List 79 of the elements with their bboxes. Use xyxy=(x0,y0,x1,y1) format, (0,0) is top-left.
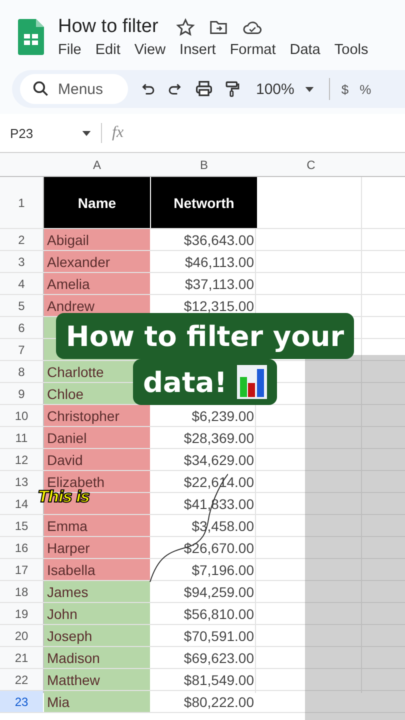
table-cell: Abigail xyxy=(44,229,150,250)
bar-chart-icon xyxy=(237,365,267,399)
table-cell-text: $70,591.00 xyxy=(182,626,255,646)
header-cell: Networth xyxy=(151,177,257,228)
column-header[interactable]: C xyxy=(258,153,364,176)
table-cell: Isabella xyxy=(44,559,150,580)
cell-reference[interactable]: P23 xyxy=(10,126,72,140)
sheets-logo-icon[interactable] xyxy=(18,19,44,55)
row-header[interactable]: 10 xyxy=(0,405,43,426)
table-cell-text: $26,670.00 xyxy=(182,538,255,558)
row-header[interactable]: 16 xyxy=(0,537,43,558)
row-header[interactable]: 21 xyxy=(0,647,43,668)
table-cell: John xyxy=(44,603,150,624)
table-cell: James xyxy=(44,581,150,602)
menu-item[interactable]: View xyxy=(134,42,166,58)
table-cell-text: $81,549.00 xyxy=(182,670,255,690)
row-header[interactable]: 3 xyxy=(0,251,43,272)
menu-item[interactable]: File xyxy=(58,42,82,58)
row-header[interactable]: 17 xyxy=(0,559,43,580)
table-cell: David xyxy=(44,449,150,470)
table-cell-text: $80,222.00 xyxy=(182,692,255,712)
table-cell-text: $36,643.00 xyxy=(182,230,255,250)
table-cell-text: $7,196.00 xyxy=(190,560,255,580)
currency-format-button[interactable]: $ xyxy=(341,82,349,96)
search-field[interactable]: Menus xyxy=(20,74,128,104)
row-header[interactable]: 8 xyxy=(0,361,43,382)
row-header[interactable]: 2 xyxy=(0,229,43,250)
table-cell-text: $94,259.00 xyxy=(182,582,255,602)
header-cell: Name xyxy=(44,177,150,228)
caret-icon[interactable] xyxy=(305,86,314,92)
column-header[interactable]: A xyxy=(44,153,150,176)
menu-item[interactable]: Tools xyxy=(334,42,368,58)
table-cell: Amelia xyxy=(44,273,150,294)
star-icon[interactable] xyxy=(176,18,196,36)
table-cell-text: $69,623.00 xyxy=(182,648,255,668)
document-title[interactable]: How to filter xyxy=(58,16,158,38)
column-header[interactable]: B xyxy=(151,153,257,176)
print-icon[interactable] xyxy=(195,80,213,98)
row-header[interactable]: 19 xyxy=(0,603,43,624)
table-cell: Joseph xyxy=(44,625,150,646)
row-header[interactable]: 15 xyxy=(0,515,43,536)
paint-roller-icon[interactable] xyxy=(224,80,241,98)
table-cell: Matthew xyxy=(44,669,150,690)
menu-item[interactable]: Data xyxy=(290,42,320,58)
caption-text: How to filter your xyxy=(66,320,344,352)
row-header[interactable]: 22 xyxy=(0,669,43,690)
percent-format-button[interactable]: % xyxy=(360,82,372,96)
menu-item[interactable]: Insert xyxy=(180,42,216,58)
menu-item[interactable]: Format xyxy=(230,42,276,58)
table-cell-text: $12,315.00 xyxy=(182,296,255,316)
row-header[interactable]: 5 xyxy=(0,295,43,316)
row-header[interactable]: 23 xyxy=(0,691,43,712)
caret-icon[interactable] xyxy=(82,130,91,136)
row-header[interactable]: 18 xyxy=(0,581,43,602)
table-cell-text: $56,810.00 xyxy=(182,604,255,624)
row-header[interactable]: 20 xyxy=(0,625,43,646)
table-cell: Mia xyxy=(44,691,150,712)
row-header[interactable]: 12 xyxy=(0,449,43,470)
table-cell: Harper xyxy=(44,537,150,558)
row-header[interactable]: 6 xyxy=(0,317,43,338)
search-icon xyxy=(32,80,50,98)
row-header[interactable]: 4 xyxy=(0,273,43,294)
table-cell: Christopher xyxy=(44,405,150,426)
function-label: fx xyxy=(112,124,124,142)
table-cell-text: $28,369.00 xyxy=(182,428,255,448)
table-cell: Emma xyxy=(44,515,150,536)
table-cell-text: $46,113.00 xyxy=(184,252,255,272)
table-cell-text: $6,239.00 xyxy=(190,406,255,426)
table-cell: Alexander xyxy=(44,251,150,272)
row-header[interactable]: 9 xyxy=(0,383,43,404)
table-cell: Daniel xyxy=(44,427,150,448)
zoom-dropdown[interactable]: 100% xyxy=(256,80,294,98)
row-header[interactable]: 7 xyxy=(0,339,43,360)
menu-item[interactable]: Edit xyxy=(95,42,120,58)
row-header[interactable]: 1 xyxy=(0,177,43,228)
table-cell-text: $34,629.00 xyxy=(182,450,255,470)
table-cell-text: $37,113.00 xyxy=(184,274,255,294)
row-header[interactable]: 11 xyxy=(0,427,43,448)
table-cell: Madison xyxy=(44,647,150,668)
